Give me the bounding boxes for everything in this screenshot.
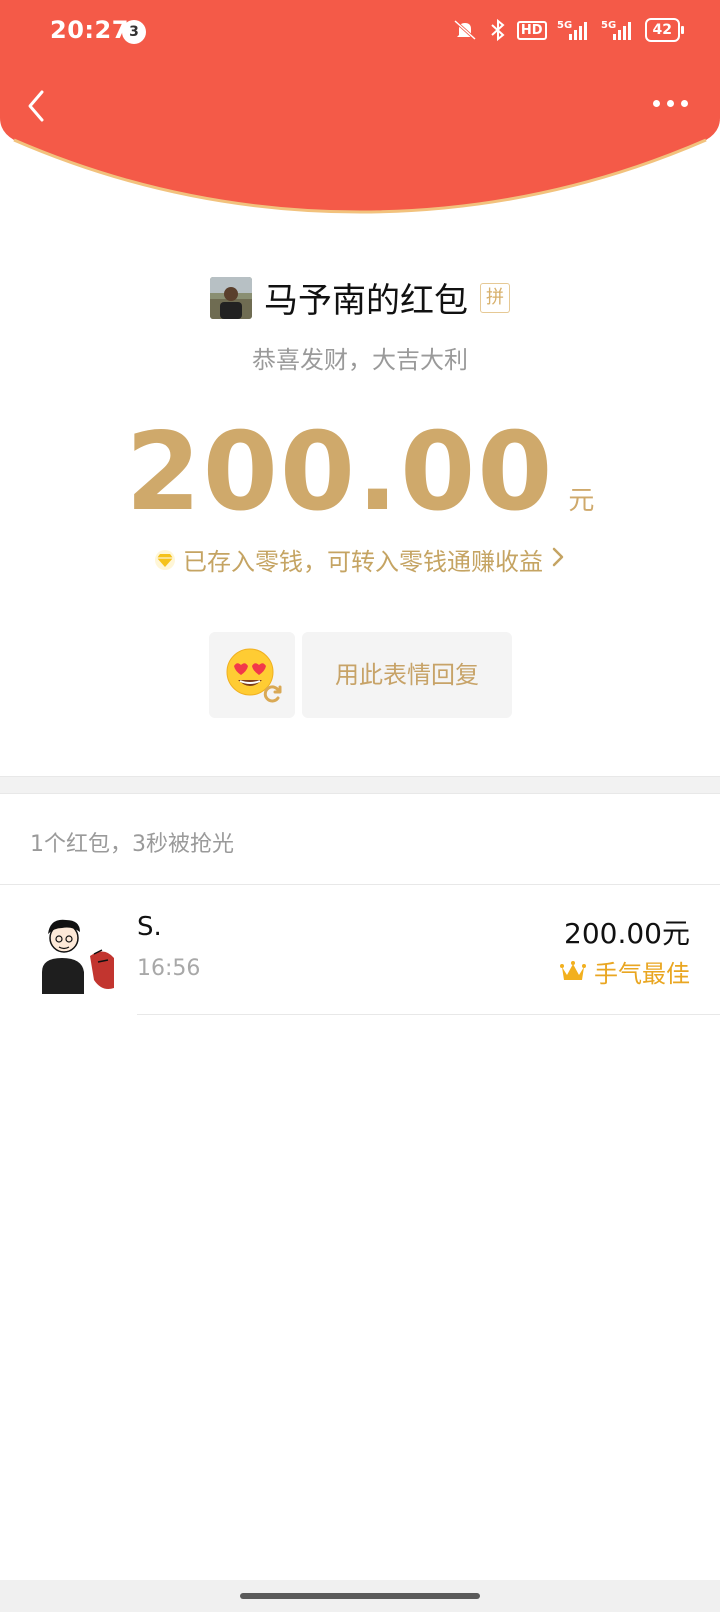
best-luck-label: 手气最佳 <box>594 960 690 988</box>
svg-text:5G: 5G <box>557 20 572 31</box>
group-envelope-badge: 拼 <box>480 282 510 313</box>
more-dot-icon <box>681 100 688 107</box>
envelope-summary: 1个红包，3秒被抢光 <box>30 832 234 857</box>
diamond-icon <box>155 549 175 570</box>
divider <box>0 884 720 885</box>
amount-unit: 元 <box>568 486 595 516</box>
sender-avatar[interactable] <box>210 276 252 319</box>
mute-bell-icon <box>451 18 479 42</box>
change-notice-link[interactable]: 已存入零钱，可转入零钱通赚收益 <box>0 542 720 577</box>
home-indicator[interactable] <box>240 1593 480 1599</box>
amount-row: 200.00 元 <box>0 410 720 535</box>
recipient-time: 16:56 <box>137 956 201 981</box>
status-time: 20:27 <box>50 16 129 44</box>
signal-5g-icon-2: 5G <box>601 18 635 42</box>
sender-row: 马予南的红包 拼 <box>0 273 720 322</box>
avatar[interactable] <box>28 906 116 994</box>
hd-icon: HD <box>516 20 547 40</box>
more-dot-icon <box>653 100 660 107</box>
sender-name: 马予南的红包 <box>264 281 468 321</box>
svg-text:5G: 5G <box>601 20 616 31</box>
bluetooth-icon <box>489 18 507 42</box>
back-button[interactable] <box>18 86 58 126</box>
amount-value: 200.00 <box>125 410 555 535</box>
change-notice-text: 已存入零钱，可转入零钱通赚收益 <box>183 548 543 576</box>
status-icons: HD 5G 5G 42 <box>451 18 685 42</box>
recipient-amount: 200.00元 <box>564 917 690 950</box>
signal-5g-icon: 5G <box>557 18 591 42</box>
greeting-text: 恭喜发财，大吉大利 <box>252 346 468 374</box>
more-options-button[interactable] <box>653 100 688 107</box>
battery-icon: 42 <box>644 18 685 42</box>
chevron-right-icon <box>551 545 565 575</box>
recipient-name: S. <box>137 912 162 942</box>
notification-count-badge: 3 <box>122 20 146 44</box>
emoji-switch-button[interactable] <box>209 632 295 718</box>
crown-icon <box>560 960 586 980</box>
reply-with-emoji-button[interactable]: 用此表情回复 <box>302 632 512 718</box>
best-luck-badge: 手气最佳 <box>560 954 690 989</box>
more-dot-icon <box>667 100 674 107</box>
back-arrow-icon <box>28 90 44 122</box>
section-divider <box>0 776 720 794</box>
refresh-icon <box>263 685 282 703</box>
divider <box>137 1014 720 1015</box>
